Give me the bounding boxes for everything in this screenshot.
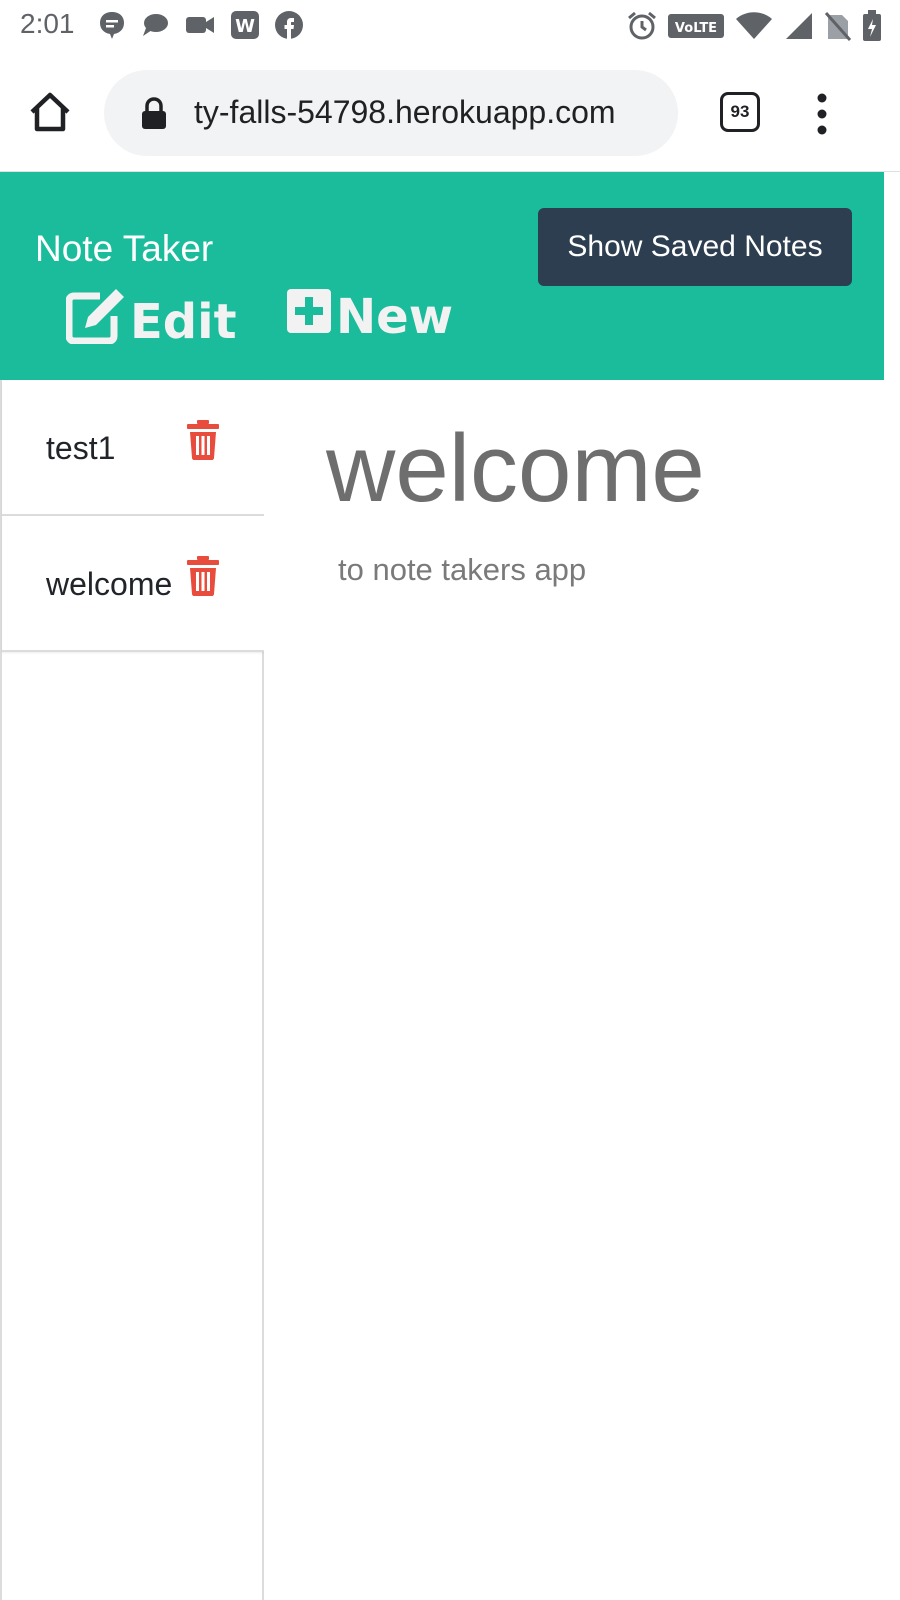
notification-icons: W bbox=[98, 10, 304, 40]
svg-text:W: W bbox=[235, 16, 255, 37]
battery-icon bbox=[862, 10, 882, 42]
plus-square-icon bbox=[286, 288, 332, 346]
tab-switcher-button[interactable]: 93 bbox=[720, 92, 760, 132]
note-text-field[interactable]: to note takers app bbox=[338, 552, 586, 588]
wifi-icon bbox=[734, 11, 774, 41]
list-item[interactable]: test1 bbox=[2, 380, 264, 516]
note-title[interactable]: welcome bbox=[46, 566, 172, 603]
system-icons: VoLTE bbox=[626, 10, 882, 42]
url-text: ty-falls-54798.herokuapp.com bbox=[194, 94, 616, 130]
status-time: 2:01 bbox=[20, 8, 75, 39]
note-title-field[interactable]: welcome bbox=[326, 414, 705, 524]
trash-icon[interactable] bbox=[186, 420, 220, 464]
app-header: Note Taker Show Saved Notes Edit New bbox=[0, 172, 884, 380]
video-icon bbox=[184, 10, 216, 40]
message-icon bbox=[140, 10, 170, 40]
new-label: New bbox=[336, 289, 454, 345]
signal-icon bbox=[784, 11, 814, 41]
trash-icon[interactable] bbox=[186, 556, 220, 600]
edit-label: Edit bbox=[130, 294, 237, 350]
lock-icon bbox=[140, 97, 168, 135]
facebook-icon bbox=[274, 10, 304, 40]
show-saved-notes-button[interactable]: Show Saved Notes bbox=[538, 208, 852, 286]
url-bar[interactable]: ty-falls-54798.herokuapp.com bbox=[104, 70, 678, 156]
list-item[interactable]: welcome bbox=[2, 516, 264, 652]
alarm-icon bbox=[626, 10, 658, 42]
more-menu-icon[interactable] bbox=[812, 92, 832, 140]
note-viewer: welcome to note takers app bbox=[264, 380, 900, 1600]
notes-list: test1 welcome bbox=[0, 380, 264, 1600]
volte-icon: VoLTE bbox=[668, 13, 724, 39]
note-title[interactable]: test1 bbox=[46, 430, 115, 467]
no-sim-icon bbox=[824, 11, 852, 41]
browser-toolbar: ty-falls-54798.herokuapp.com 93 bbox=[0, 54, 900, 172]
svg-text:VoLTE: VoLTE bbox=[675, 21, 717, 36]
chat-bubble-icon bbox=[98, 10, 126, 40]
edit-icon bbox=[65, 288, 126, 356]
new-note-button[interactable]: New bbox=[286, 288, 453, 346]
w-app-icon: W bbox=[230, 10, 260, 40]
home-icon[interactable] bbox=[28, 90, 72, 138]
edit-button[interactable]: Edit bbox=[65, 288, 237, 356]
app-title[interactable]: Note Taker bbox=[35, 228, 213, 270]
status-bar: 2:01 W VoLTE bbox=[0, 0, 900, 54]
